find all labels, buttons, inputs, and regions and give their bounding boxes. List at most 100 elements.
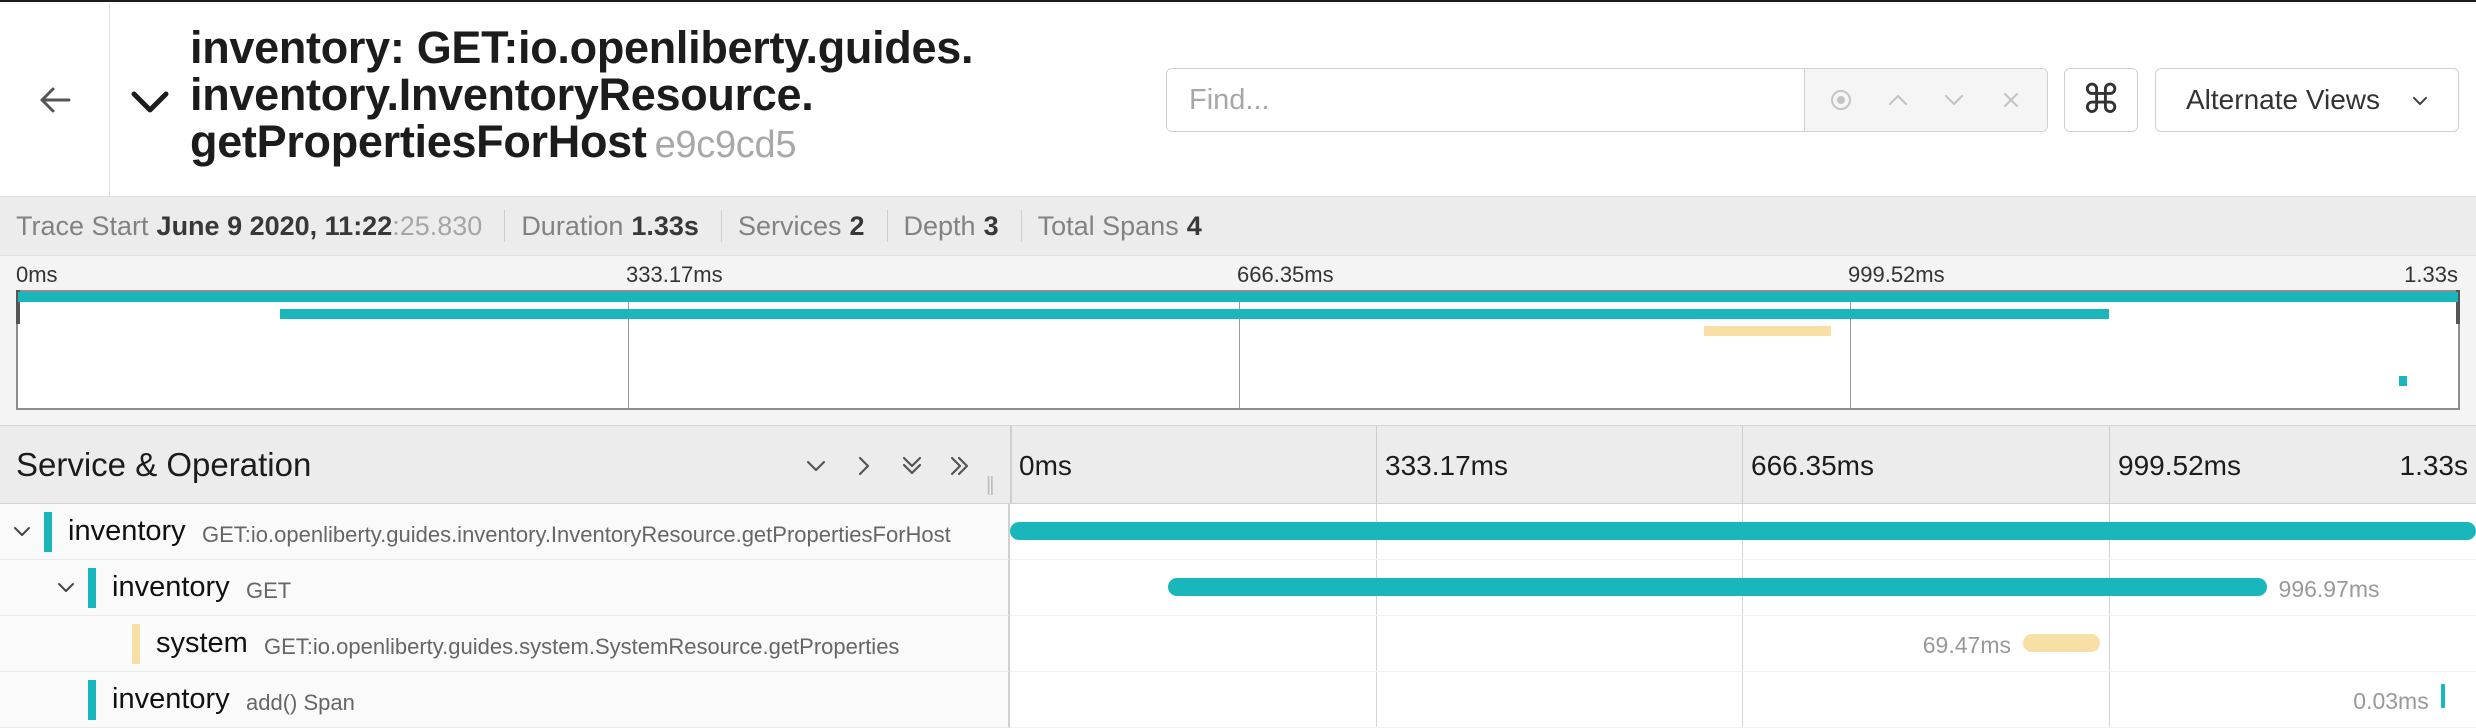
chevron-down-icon (14, 527, 30, 536)
find-actions (1805, 69, 2047, 131)
trace-span-rows: inventory GET:io.openliberty.guides.inven… (0, 504, 2476, 728)
trace-start: Trace Start June 9 2020, 11:22:25.830 (16, 210, 506, 242)
span-bar[interactable] (2022, 634, 2100, 652)
operation-name: add() Span (246, 690, 355, 715)
minimap-tick-label: 999.52ms (1848, 262, 1945, 287)
span-duration-label: 0.03ms (2353, 688, 2429, 714)
prev-match-button[interactable] (1878, 80, 1918, 120)
span-bar[interactable] (1010, 522, 2476, 540)
timeline-tick: 0ms (1010, 426, 1072, 504)
span-name-cell[interactable]: system GET:io.openliberty.guides.system.S… (0, 616, 1010, 672)
span-timeline-cell[interactable]: 0.03ms (1010, 672, 2476, 728)
span-bar[interactable] (2440, 684, 2445, 708)
chevron-down-icon (2413, 97, 2427, 105)
operation-name: GET:io.openliberty.guides.inventory.Inve… (202, 522, 951, 547)
span-name-cell[interactable]: inventory GET (0, 560, 1010, 616)
expand-all-button[interactable] (942, 448, 978, 484)
minimap-canvas[interactable] (16, 290, 2460, 410)
minimap-span-bar (18, 292, 2458, 302)
keyboard-shortcuts-button[interactable]: ⌘ (2064, 68, 2138, 132)
command-key-icon: ⌘ (2081, 78, 2121, 122)
arrow-left-icon (40, 87, 70, 113)
trace-summary-bar: Trace Start June 9 2020, 11:22:25.830 Du… (0, 196, 2476, 256)
span-timeline-cell[interactable] (1010, 504, 2476, 560)
collapse-title-chevron-icon[interactable] (128, 80, 172, 124)
column-resize-handle[interactable]: || (986, 474, 995, 497)
next-match-button[interactable] (1934, 80, 1974, 120)
span-bar[interactable] (1167, 578, 2267, 596)
timeline-tick: 999.52ms (2109, 426, 2241, 504)
minimap-span-bar (2399, 376, 2408, 386)
chevron-down-icon (58, 583, 74, 592)
span-duration-label: 69.47ms (1922, 632, 2011, 658)
collapse-one-button[interactable] (798, 448, 834, 484)
timeline-grid-line (1376, 672, 1377, 727)
trace-title: inventory: GET:io.openliberty.guides. in… (190, 24, 1050, 169)
find-input[interactable] (1167, 69, 1805, 131)
service-name: inventory (112, 683, 230, 715)
collapse-all-button[interactable] (894, 448, 930, 484)
chevron-right-icon (858, 456, 870, 476)
timeline-grid-line (2109, 672, 2110, 727)
service-name: inventory (112, 571, 230, 603)
timeline-grid-line (1376, 616, 1377, 671)
service-color-bar (88, 568, 96, 608)
operation-name: GET:io.openliberty.guides.system.SystemR… (264, 634, 900, 659)
timeline-tick: 666.35ms (1742, 426, 1874, 504)
minimap-tick-label: 666.35ms (1237, 262, 1334, 287)
alternate-views-label: Alternate Views (2186, 84, 2381, 115)
service-name: inventory (68, 515, 186, 547)
trace-title-line-2: inventory.InventoryResource. (190, 69, 814, 120)
trace-title-line-1: inventory: GET:io.openliberty.guides. (190, 22, 974, 73)
trace-header: inventory: GET:io.openliberty.guides. in… (0, 0, 2476, 196)
locate-match-button[interactable] (1821, 80, 1861, 120)
services-count: Services 2 (738, 210, 888, 242)
span-duration-label: 996.97ms (2278, 576, 2380, 602)
target-icon (1831, 90, 1852, 110)
expand-one-button[interactable] (846, 448, 882, 484)
find-box (1166, 68, 2048, 132)
total-spans: Total Spans 4 (1037, 210, 1202, 241)
span-name-cell[interactable]: inventory add() Span (0, 672, 1010, 728)
service-color-bar (44, 512, 52, 552)
span-toggle[interactable] (8, 518, 36, 546)
span-row[interactable]: inventory GET 996.97ms (0, 560, 2476, 616)
timeline-tick: 333.17ms (1376, 426, 1508, 504)
service-operation-header: Service & Operation (16, 446, 312, 483)
chevron-up-icon (1888, 94, 1907, 106)
span-row[interactable]: inventory add() Span 0.03ms (0, 672, 2476, 728)
trace-table-header: Service & Operation || 0ms 333.17ms 666.… (0, 426, 2476, 504)
timeline-grid-line (1742, 616, 1743, 671)
depth: Depth 3 (904, 210, 1022, 242)
clear-search-button[interactable] (1991, 80, 2031, 120)
close-icon (2003, 92, 2018, 108)
timeline-grid-line (2109, 616, 2110, 671)
minimap-tick-label: 1.33s (2404, 262, 2458, 287)
alternate-views-dropdown[interactable]: Alternate Views (2155, 68, 2459, 132)
minimap-span-bar (1703, 326, 1832, 336)
span-timeline-cell[interactable]: 69.47ms (1010, 616, 2476, 672)
minimap-tick-label: 0ms (16, 262, 58, 287)
double-chevron-down-icon (902, 456, 922, 475)
span-row[interactable]: inventory GET:io.openliberty.guides.inven… (0, 504, 2476, 560)
chevron-down-icon (1945, 94, 1964, 106)
chevron-down-icon (806, 460, 826, 472)
service-color-bar (132, 624, 140, 664)
span-name-cell[interactable]: inventory GET:io.openliberty.guides.inven… (0, 504, 1010, 560)
trace-title-line-3: getPropertiesForHost (190, 116, 647, 167)
trace-id: e9c9cd5 (654, 124, 797, 166)
service-color-bar (88, 680, 96, 720)
span-toggle[interactable] (52, 574, 80, 602)
span-timeline-cell[interactable]: 996.97ms (1010, 560, 2476, 616)
trace-minimap[interactable]: 0ms 333.17ms 666.35ms 999.52ms 1.33s (0, 256, 2476, 426)
minimap-tick-label: 333.17ms (626, 262, 723, 287)
timeline-grid-line (1742, 672, 1743, 727)
back-button[interactable] (0, 4, 110, 196)
collapse-controls (798, 448, 978, 484)
minimap-span-bar (280, 309, 2110, 319)
timeline-tick-label-end: 1.33s (2399, 450, 2469, 481)
duration: Duration 1.33s (521, 210, 722, 242)
span-row[interactable]: system GET:io.openliberty.guides.system.S… (0, 616, 2476, 672)
service-name: system (156, 627, 248, 659)
operation-name: GET (246, 578, 292, 603)
